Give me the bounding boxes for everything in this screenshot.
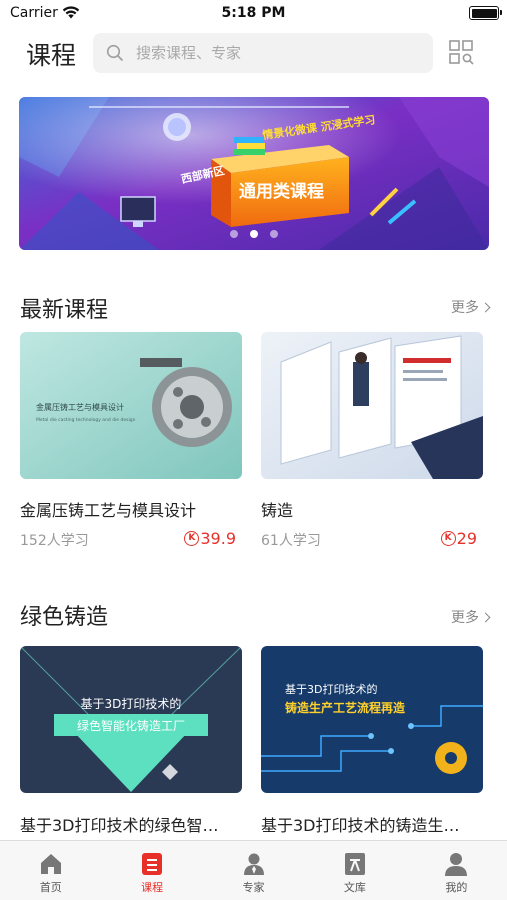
tab-bar: 首页 课程 专家 文库 我的 xyxy=(0,840,507,900)
tab-label: 课程 xyxy=(141,881,164,894)
pager-dot[interactable] xyxy=(230,230,238,238)
header: 课程 xyxy=(0,30,507,76)
course-icon xyxy=(142,853,163,875)
banner-headline: 通用类课程 xyxy=(239,181,324,202)
course-title: 金属压铸工艺与模具设计 xyxy=(20,501,197,520)
promo-banner[interactable]: 通用类课程 西部新区 情景化微课 沉浸式学习 xyxy=(19,97,489,250)
course-card[interactable]: 基于3D打印技术的 铸造生产工艺流程再造 基于3D打印技术的铸造生… xyxy=(261,646,483,835)
price-value: 39.9 xyxy=(200,529,236,548)
coin-icon: K xyxy=(184,531,200,546)
thumb-line1: 基于3D打印技术的 xyxy=(285,682,377,696)
thumb-line2: 绿色智能化铸造工厂 xyxy=(77,718,185,733)
search-input[interactable] xyxy=(136,41,416,65)
course-card[interactable]: 基于3D打印技术的 绿色智能化铸造工厂 基于3D打印技术的绿色智… xyxy=(20,646,242,835)
library-icon xyxy=(344,853,365,875)
more-label: 更多 xyxy=(451,610,479,626)
tab-profile[interactable]: 我的 xyxy=(406,841,507,900)
learner-count: 152人学习 xyxy=(20,533,89,549)
tab-course[interactable]: 课程 xyxy=(101,841,202,900)
course-card[interactable]: 金属压铸工艺与模具设计 Metal die casting technology… xyxy=(20,332,242,549)
scan-icon[interactable] xyxy=(446,37,476,67)
thumb-subcaption: Metal die casting technology and die des… xyxy=(36,417,136,423)
search-bar[interactable] xyxy=(93,33,433,73)
home-icon xyxy=(40,854,61,874)
reel-illustration: 金属压铸工艺与模具设计 Metal die casting technology… xyxy=(20,332,242,479)
more-latest-link[interactable]: 更多 xyxy=(451,297,491,317)
banner-pager[interactable] xyxy=(19,230,489,238)
banner-illustration: 通用类课程 西部新区 情景化微课 沉浸式学习 xyxy=(19,97,489,250)
tab-label: 首页 xyxy=(39,881,62,894)
more-green-casting-link[interactable]: 更多 xyxy=(451,607,491,627)
green-factory-illustration: 基于3D打印技术的 绿色智能化铸造工厂 xyxy=(20,646,242,793)
price-value: 29 xyxy=(456,529,477,548)
thumb-caption: 金属压铸工艺与模具设计 xyxy=(36,402,124,412)
chevron-right-icon xyxy=(480,612,491,623)
course-thumbnail: 金属压铸工艺与模具设计 Metal die casting technology… xyxy=(20,332,242,479)
tab-library[interactable]: 文库 xyxy=(304,841,405,900)
pager-dot[interactable] xyxy=(270,230,278,238)
course-card[interactable]: 铸造 61人学习 K 29 xyxy=(261,332,483,549)
section-title-latest: 最新课程 xyxy=(20,298,109,323)
thumb-line2: 铸造生产工艺流程再造 xyxy=(285,700,406,715)
course-title: 基于3D打印技术的绿色智… xyxy=(20,816,219,835)
tab-label: 专家 xyxy=(242,881,265,894)
pager-dot-active[interactable] xyxy=(250,230,258,238)
course-thumbnail xyxy=(261,332,483,479)
course-title: 铸造 xyxy=(261,501,294,520)
course-price: K 39.9 xyxy=(184,529,236,548)
page-title: 课程 xyxy=(26,41,77,70)
tab-expert[interactable]: 专家 xyxy=(203,841,304,900)
profile-icon xyxy=(445,853,468,876)
tab-label: 文库 xyxy=(343,881,366,894)
clock: 5:18 PM xyxy=(221,5,286,21)
status-bar: Carrier 5:18 PM xyxy=(0,0,507,28)
more-label: 更多 xyxy=(451,300,479,316)
course-title: 基于3D打印技术的铸造生… xyxy=(261,816,460,835)
course-thumbnail: 基于3D打印技术的 绿色智能化铸造工厂 xyxy=(20,646,242,793)
tab-label: 我的 xyxy=(445,881,468,894)
coin-icon: K xyxy=(440,531,456,546)
tab-home[interactable]: 首页 xyxy=(0,841,101,900)
battery-icon xyxy=(469,6,502,20)
thumb-line1: 基于3D打印技术的 xyxy=(81,696,182,711)
section-title-green-casting: 绿色铸造 xyxy=(20,605,109,630)
slides-illustration xyxy=(261,332,483,479)
expert-icon xyxy=(243,853,264,875)
course-thumbnail: 基于3D打印技术的 铸造生产工艺流程再造 xyxy=(261,646,483,793)
circuit-illustration: 基于3D打印技术的 铸造生产工艺流程再造 xyxy=(261,646,483,793)
course-price: K 29 xyxy=(440,529,477,548)
search-icon xyxy=(106,44,123,61)
chevron-right-icon xyxy=(480,302,491,313)
learner-count: 61人学习 xyxy=(261,533,321,549)
